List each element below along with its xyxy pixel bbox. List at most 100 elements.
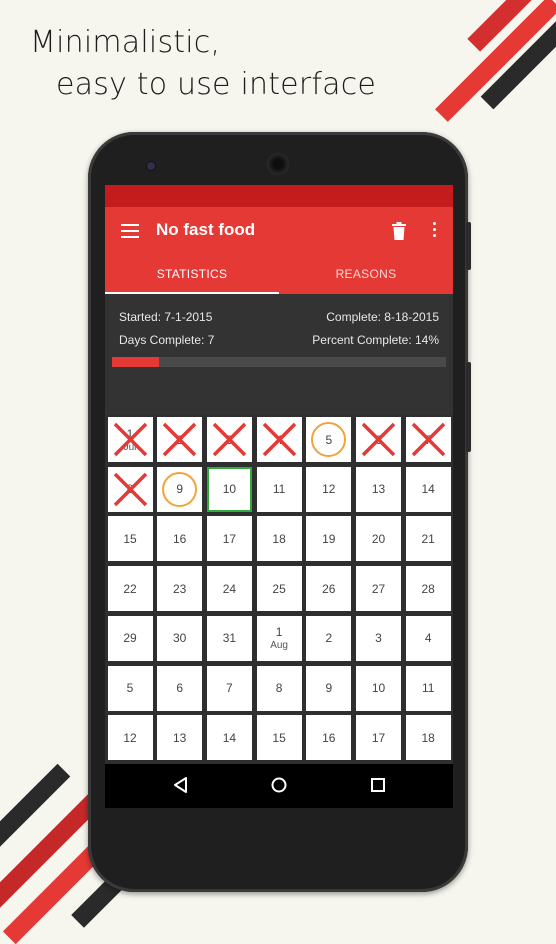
calendar-day-cell[interactable]: 9 xyxy=(306,665,352,711)
tab-bar: STATISTICS REASONS xyxy=(105,259,453,294)
calendar-day-number: 13 xyxy=(371,482,386,497)
trash-icon[interactable] xyxy=(392,222,406,240)
calendar-day-cell[interactable]: 27 xyxy=(356,566,401,612)
failed-day-x-icon xyxy=(411,422,445,457)
calendar-day-number: 16 xyxy=(173,531,187,546)
calendar-day-cell[interactable]: 9 xyxy=(157,466,203,512)
calendar-day-number: 14 xyxy=(222,730,237,745)
calendar-day-number: 10 xyxy=(222,482,237,497)
calendar-day-cell[interactable]: 25 xyxy=(256,566,302,612)
calendar-day-number: 18 xyxy=(272,531,286,546)
calendar-day-cell[interactable]: 10 xyxy=(206,466,252,512)
tab-statistics[interactable]: STATISTICS xyxy=(105,259,279,294)
calendar-day-number: 12 xyxy=(123,730,137,745)
earpiece-speaker xyxy=(267,153,289,175)
calendar-day-number: 30 xyxy=(173,631,187,646)
tab-reasons-label: REASONS xyxy=(335,267,397,281)
tab-statistics-label: STATISTICS xyxy=(156,267,228,281)
calendar-day-number: 11 xyxy=(272,482,286,497)
calendar-day-cell[interactable]: 4 xyxy=(405,615,451,661)
calendar-day-cell[interactable]: 3 xyxy=(206,417,252,462)
calendar-day-cell[interactable]: 13 xyxy=(157,715,203,761)
calendar-day-cell[interactable]: 10 xyxy=(356,665,401,711)
calendar-day-cell[interactable]: 2 xyxy=(157,417,203,462)
calendar-day-cell[interactable]: 5 xyxy=(306,417,352,462)
app-screen: No fast food STATISTICS REASONS Started:… xyxy=(105,185,453,808)
hamburger-menu-icon[interactable] xyxy=(121,224,139,238)
calendar-day-number: 24 xyxy=(222,581,237,596)
calendar-day-cell[interactable]: 17 xyxy=(356,715,401,761)
calendar-day-cell[interactable]: 23 xyxy=(157,566,203,612)
app-toolbar: No fast food STATISTICS REASONS xyxy=(105,207,453,294)
phone-frame: No fast food STATISTICS REASONS Started:… xyxy=(88,132,471,892)
tab-reasons[interactable]: REASONS xyxy=(279,259,453,294)
calendar-day-cell[interactable]: 19 xyxy=(306,516,352,562)
calendar-day-cell[interactable]: 11 xyxy=(256,466,302,512)
recents-icon[interactable] xyxy=(369,776,387,794)
calendar-day-cell[interactable]: 6 xyxy=(356,417,401,462)
calendar-day-number: 4 xyxy=(424,631,432,646)
calendar-day-cell[interactable]: 1 Jul xyxy=(107,417,153,462)
status-bar xyxy=(105,185,453,207)
calendar-day-number: 9 xyxy=(176,482,184,497)
calendar-day-cell[interactable]: 8 xyxy=(256,665,302,711)
calendar-day-number: 11 xyxy=(421,681,435,695)
calendar-day-cell[interactable]: 11 xyxy=(405,665,451,711)
calendar-day-number: 23 xyxy=(173,581,187,596)
calendar-day-cell[interactable]: 6 xyxy=(157,665,203,711)
statistics-panel: Started: 7-1-2015 Complete: 8-18-2015 Da… xyxy=(105,294,453,415)
app-title: No fast food xyxy=(156,220,256,239)
calendar-day-cell[interactable]: 29 xyxy=(107,615,153,661)
calendar-day-cell[interactable]: 8 xyxy=(107,466,153,512)
calendar-day-cell[interactable]: 5 xyxy=(107,665,153,711)
calendar-day-number: 18 xyxy=(421,730,435,745)
calendar-day-number: 15 xyxy=(123,531,137,546)
calendar-day-number: 3 xyxy=(375,631,382,646)
calendar-day-cell[interactable]: 15 xyxy=(256,715,302,761)
calendar-day-number: 5 xyxy=(325,432,333,447)
calendar-day-cell[interactable]: 7 xyxy=(405,417,451,462)
back-icon[interactable] xyxy=(172,776,190,794)
calendar-day-number: 1 xyxy=(275,625,283,640)
calendar-day-number: 25 xyxy=(272,581,286,596)
home-icon[interactable] xyxy=(270,776,288,794)
calendar-day-cell[interactable]: 20 xyxy=(356,516,401,562)
more-vert-icon[interactable] xyxy=(432,222,436,240)
calendar-day-number: 17 xyxy=(222,531,237,546)
started-date: Started: 7-1-2015 xyxy=(119,310,213,324)
calendar-day-number: 26 xyxy=(322,581,336,596)
calendar-day-cell[interactable]: 30 xyxy=(157,615,203,661)
calendar-day-number: 27 xyxy=(371,581,386,596)
calendar-day-cell[interactable]: 28 xyxy=(405,566,451,612)
calendar-day-number: 22 xyxy=(123,581,137,596)
calendar-day-cell[interactable]: 21 xyxy=(405,516,451,562)
calendar-month-label: Aug xyxy=(270,640,288,652)
calendar-day-cell[interactable]: 16 xyxy=(306,715,352,761)
calendar-day-number: 17 xyxy=(371,730,386,745)
calendar-day-cell[interactable]: 17 xyxy=(206,516,252,562)
calendar-day-cell[interactable]: 12 xyxy=(306,466,352,512)
calendar-day-cell[interactable]: 26 xyxy=(306,566,352,612)
calendar-day-cell[interactable]: 2 xyxy=(306,615,352,661)
calendar-day-cell[interactable]: 15 xyxy=(107,516,153,562)
calendar-day-cell[interactable]: 22 xyxy=(107,566,153,612)
calendar-day-number: 5 xyxy=(126,681,134,695)
calendar-day-number: 13 xyxy=(173,730,187,745)
calendar-day-cell[interactable]: 12 xyxy=(107,715,153,761)
calendar-day-cell[interactable]: 24 xyxy=(206,566,252,612)
calendar-day-cell[interactable]: 16 xyxy=(157,516,203,562)
calendar-day-cell[interactable]: 1 Aug xyxy=(256,615,302,661)
calendar-day-cell[interactable]: 31 xyxy=(206,615,252,661)
calendar-day-number: 20 xyxy=(371,531,386,546)
calendar-day-cell[interactable]: 14 xyxy=(206,715,252,761)
calendar-day-cell[interactable]: 18 xyxy=(256,516,302,562)
calendar-day-cell[interactable]: 18 xyxy=(405,715,451,761)
calendar-day-cell[interactable]: 7 xyxy=(206,665,252,711)
calendar-day-cell[interactable]: 4 xyxy=(256,417,302,462)
calendar-day-cell[interactable]: 3 xyxy=(356,615,401,661)
calendar-day-cell[interactable]: 13 xyxy=(356,466,401,512)
headline-line-1: Minimalistic, xyxy=(30,25,221,60)
phone-volume-button xyxy=(466,362,471,452)
calendar-day-cell[interactable]: 14 xyxy=(405,466,451,512)
progress-bar xyxy=(112,357,446,367)
